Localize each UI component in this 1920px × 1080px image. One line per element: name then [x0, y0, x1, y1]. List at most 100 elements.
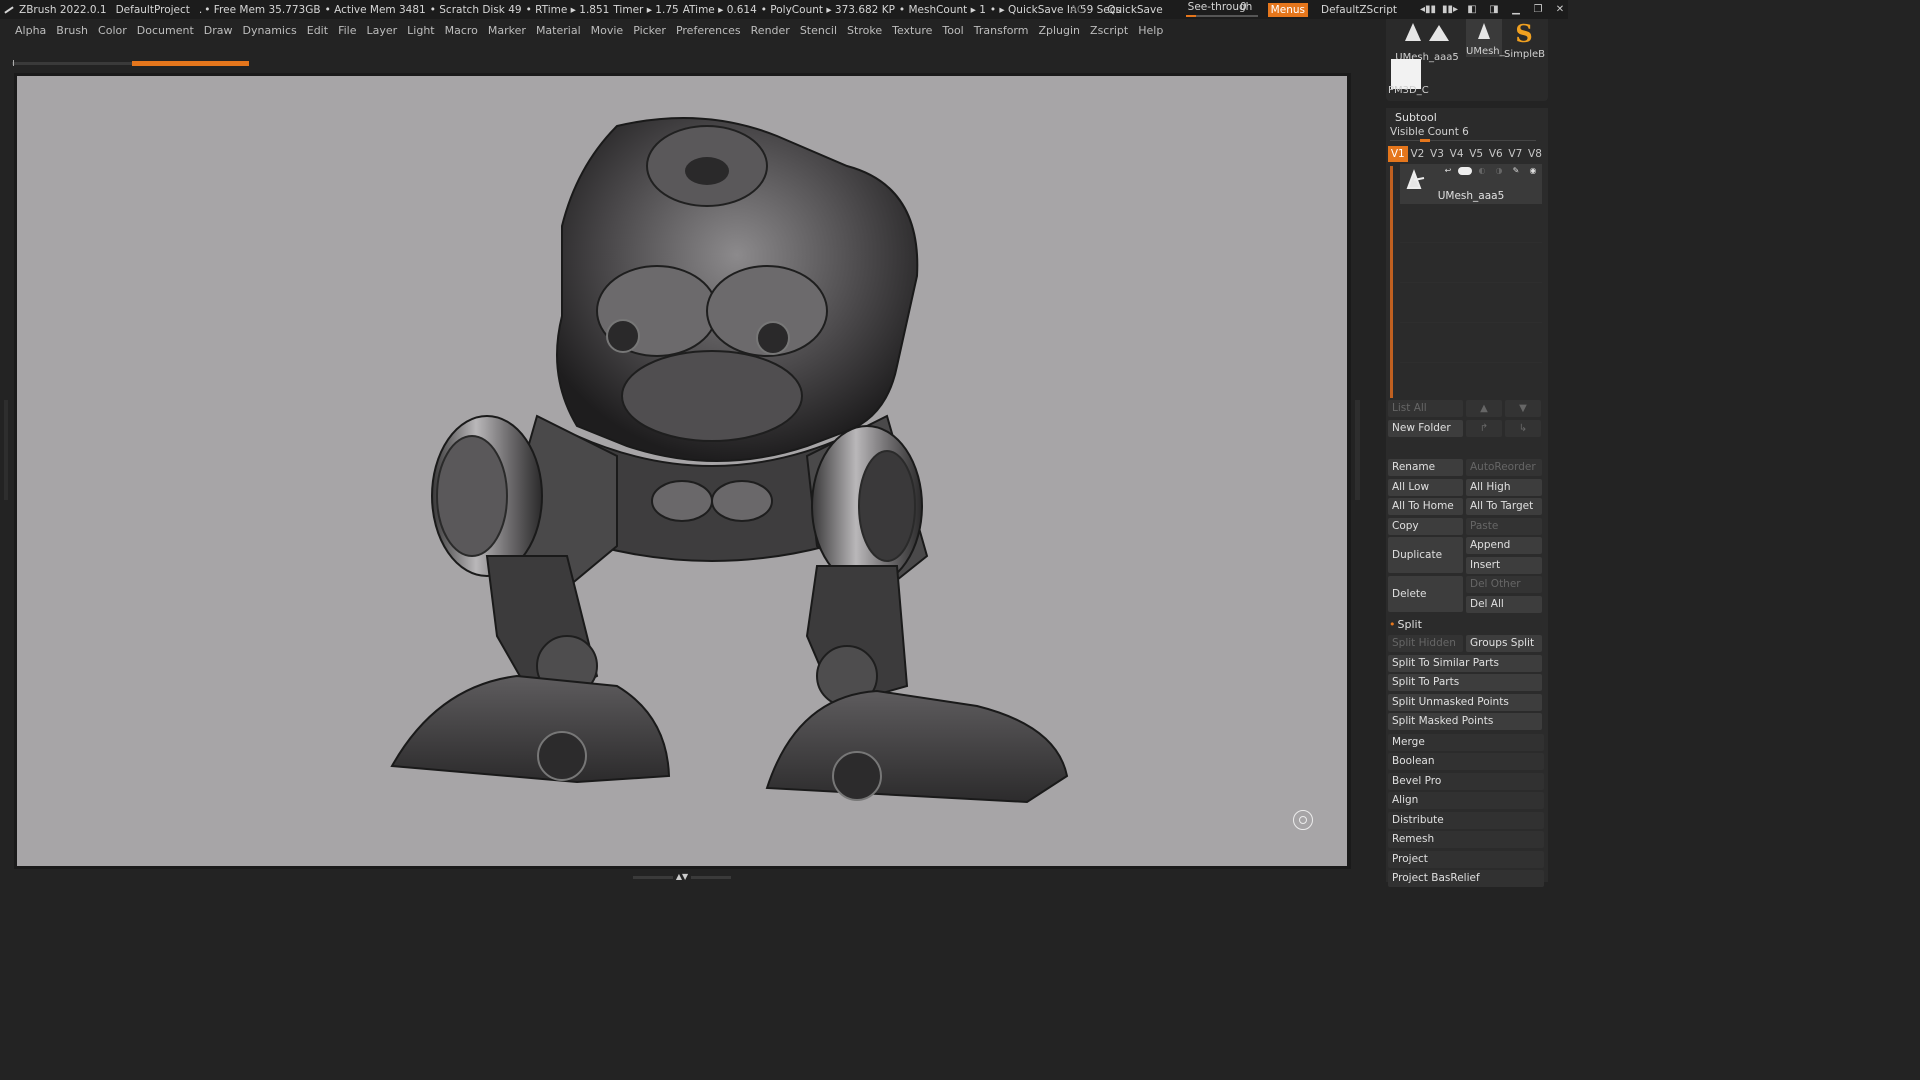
- navigation-gizmo-icon[interactable]: [1293, 810, 1313, 830]
- append-button[interactable]: Append: [1466, 537, 1542, 554]
- menu-tool[interactable]: Tool: [942, 24, 963, 37]
- vtab-v8[interactable]: V8: [1525, 146, 1545, 162]
- project-name[interactable]: DefaultProject: [116, 4, 190, 16]
- vtab-v4[interactable]: V4: [1447, 146, 1467, 162]
- del-all-button[interactable]: Del All: [1466, 596, 1542, 613]
- remesh-section[interactable]: Remesh: [1388, 831, 1544, 848]
- material-toggle-icon[interactable]: ◐: [1475, 167, 1489, 175]
- bottom-tray-handle[interactable]: ▲▼: [630, 873, 734, 881]
- eye-icon[interactable]: ◉: [1526, 167, 1540, 175]
- restore-layout-icon[interactable]: ◨: [1486, 4, 1502, 16]
- groups-split-button[interactable]: Groups Split: [1466, 635, 1542, 652]
- subtool-scrollbar[interactable]: [1390, 166, 1393, 398]
- brush-icon[interactable]: ✎: [1509, 167, 1523, 175]
- ac-label[interactable]: AC: [1070, 4, 1084, 16]
- menu-transform[interactable]: Transform: [974, 24, 1029, 37]
- default-zscript[interactable]: DefaultZScript: [1321, 4, 1397, 16]
- robot-model[interactable]: [17, 76, 1347, 866]
- menu-preferences[interactable]: Preferences: [676, 24, 741, 37]
- menu-light[interactable]: Light: [407, 24, 434, 37]
- tool-thumb-pm3d[interactable]: PM3D_C: [1388, 59, 1429, 96]
- vtab-v7[interactable]: V7: [1506, 146, 1526, 162]
- bevel-pro-section[interactable]: Bevel Pro: [1388, 773, 1544, 790]
- menu-layer[interactable]: Layer: [366, 24, 397, 37]
- layout-icon[interactable]: ◂▮▮: [1420, 4, 1436, 16]
- tab-strip-track[interactable]: [12, 60, 132, 66]
- menu-zplugin[interactable]: Zplugin: [1038, 24, 1080, 37]
- viewport-canvas[interactable]: [17, 76, 1347, 866]
- menu-dynamics[interactable]: Dynamics: [243, 24, 297, 37]
- split-to-similar-parts-button[interactable]: Split To Similar Parts: [1388, 655, 1542, 672]
- all-high-button[interactable]: All High: [1466, 479, 1542, 496]
- subtool-item[interactable]: ↩ ◐ ◑ ✎ ◉ UMesh_aaa5: [1400, 164, 1542, 204]
- seethrough-slider[interactable]: See-through 0: [1185, 0, 1258, 19]
- all-to-home-button[interactable]: All To Home: [1388, 498, 1463, 515]
- vtab-v3[interactable]: V3: [1427, 146, 1447, 162]
- project-section[interactable]: Project: [1388, 851, 1544, 868]
- split-to-parts-button[interactable]: Split To Parts: [1388, 674, 1542, 691]
- tab-strip-active[interactable]: [132, 61, 249, 66]
- visible-count[interactable]: Visible Count 6: [1390, 126, 1469, 138]
- boolean-section[interactable]: Boolean: [1388, 753, 1544, 770]
- undock-icon[interactable]: ◧: [1464, 4, 1480, 16]
- vtab-v5[interactable]: V5: [1466, 146, 1486, 162]
- menu-alpha[interactable]: Alpha: [15, 24, 46, 37]
- menu-document[interactable]: Document: [137, 24, 194, 37]
- visible-count-slider[interactable]: [1390, 140, 1536, 141]
- move-up-icon[interactable]: ↱: [1466, 420, 1502, 437]
- menu-zscript[interactable]: Zscript: [1090, 24, 1128, 37]
- paste-button[interactable]: Paste: [1466, 518, 1542, 535]
- move-down-icon[interactable]: ↳: [1505, 420, 1541, 437]
- menu-draw[interactable]: Draw: [204, 24, 233, 37]
- tool-thumb-simpleb[interactable]: S SimpleB: [1504, 19, 1545, 60]
- arrow-down-icon[interactable]: ▼: [1505, 400, 1541, 417]
- menus-toggle[interactable]: Menus: [1267, 2, 1308, 17]
- menu-marker[interactable]: Marker: [488, 24, 526, 37]
- vtab-v2[interactable]: V2: [1408, 146, 1428, 162]
- subtool-title[interactable]: Subtool: [1395, 111, 1437, 124]
- duplicate-button[interactable]: Duplicate: [1388, 537, 1463, 573]
- menu-color[interactable]: Color: [98, 24, 127, 37]
- vtab-v6[interactable]: V6: [1486, 146, 1506, 162]
- menu-stencil[interactable]: Stencil: [800, 24, 837, 37]
- menu-brush[interactable]: Brush: [56, 24, 88, 37]
- quicksave-button[interactable]: QuickSave: [1107, 4, 1162, 16]
- right-tray-handle[interactable]: [1355, 400, 1360, 500]
- minimize-icon[interactable]: ▁: [1508, 4, 1524, 16]
- menu-help[interactable]: Help: [1138, 24, 1163, 37]
- tool-thumb-umesh-aaa5[interactable]: UMesh_aaa5: [1392, 19, 1462, 63]
- split-masked-points-button[interactable]: Split Masked Points: [1388, 713, 1542, 730]
- rename-button[interactable]: Rename: [1388, 459, 1463, 476]
- del-other-button[interactable]: Del Other: [1466, 576, 1542, 593]
- insert-button[interactable]: Insert: [1466, 557, 1542, 574]
- menu-texture[interactable]: Texture: [892, 24, 932, 37]
- lock-toggle-icon[interactable]: ◑: [1492, 167, 1506, 175]
- arrow-up-icon[interactable]: ▲: [1466, 400, 1502, 417]
- delete-button[interactable]: Delete: [1388, 576, 1463, 612]
- distribute-section[interactable]: Distribute: [1388, 812, 1544, 829]
- menu-render[interactable]: Render: [751, 24, 790, 37]
- merge-section[interactable]: Merge: [1388, 734, 1544, 751]
- autoreorder-button[interactable]: AutoReorder: [1466, 459, 1542, 476]
- tool-thumb-umesh[interactable]: UMesh_: [1466, 19, 1505, 57]
- folder-arrow-icon[interactable]: ↩: [1441, 167, 1455, 175]
- all-low-button[interactable]: All Low: [1388, 479, 1463, 496]
- menu-picker[interactable]: Picker: [633, 24, 666, 37]
- menu-file[interactable]: File: [338, 24, 356, 37]
- vtab-v1[interactable]: V1: [1388, 146, 1408, 162]
- visible-count-handle[interactable]: [1420, 139, 1430, 142]
- project-basrelief-section[interactable]: Project BasRelief: [1388, 870, 1544, 887]
- menu-material[interactable]: Material: [536, 24, 581, 37]
- split-section-header[interactable]: Split: [1389, 618, 1422, 631]
- polypaint-toggle-icon[interactable]: [1458, 167, 1472, 175]
- menu-macro[interactable]: Macro: [445, 24, 478, 37]
- align-section[interactable]: Align: [1388, 792, 1544, 809]
- split-hidden-button[interactable]: Split Hidden: [1388, 635, 1463, 652]
- split-unmasked-points-button[interactable]: Split Unmasked Points: [1388, 694, 1542, 711]
- all-to-target-button[interactable]: All To Target: [1466, 498, 1542, 515]
- list-all-button[interactable]: List All: [1388, 400, 1463, 417]
- left-tray-handle[interactable]: [4, 400, 8, 500]
- copy-button[interactable]: Copy: [1388, 518, 1463, 535]
- restore-icon[interactable]: ❐: [1530, 4, 1546, 16]
- menu-stroke[interactable]: Stroke: [847, 24, 882, 37]
